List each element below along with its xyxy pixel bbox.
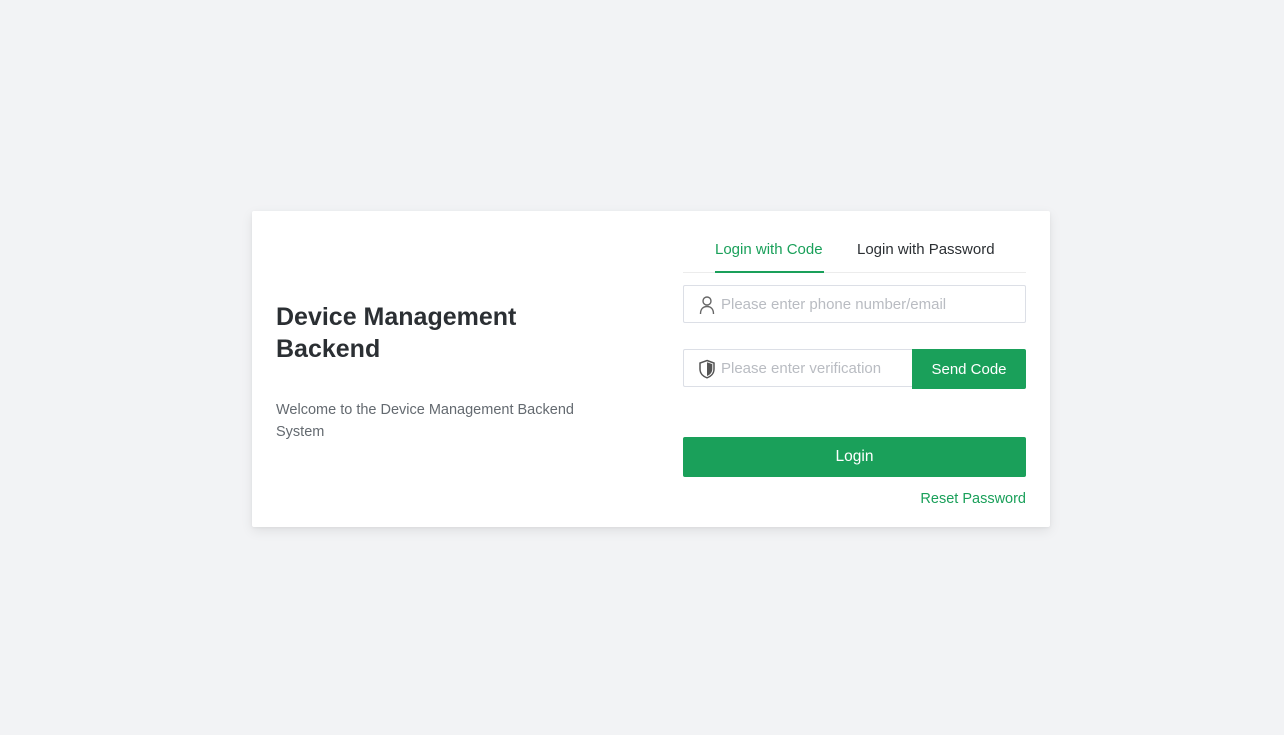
send-code-button[interactable]: Send Code [912,349,1026,389]
login-form: Login with Code Login with Password Send… [683,231,1026,507]
shield-icon [699,359,715,379]
reset-password-link[interactable]: Reset Password [920,489,1026,509]
account-field [683,285,1026,323]
welcome-text: Welcome to the Device Management Backend… [276,402,574,440]
user-icon [699,296,715,315]
tab-login-with-password[interactable]: Login with Password [857,239,995,261]
active-tab-indicator [715,271,824,273]
code-field [683,349,913,387]
tab-login-with-code[interactable]: Login with Code [715,239,823,261]
login-button[interactable]: Login [683,437,1026,477]
page-title: Device Management Backend [276,303,517,363]
verification-code-input[interactable] [721,350,881,386]
login-tabs: Login with Code Login with Password [683,231,1026,273]
login-card: Device Management Backend Welcome to the… [252,211,1050,527]
account-input[interactable] [721,286,1016,322]
brand-panel: Device Management Backend Welcome to the… [276,301,606,443]
